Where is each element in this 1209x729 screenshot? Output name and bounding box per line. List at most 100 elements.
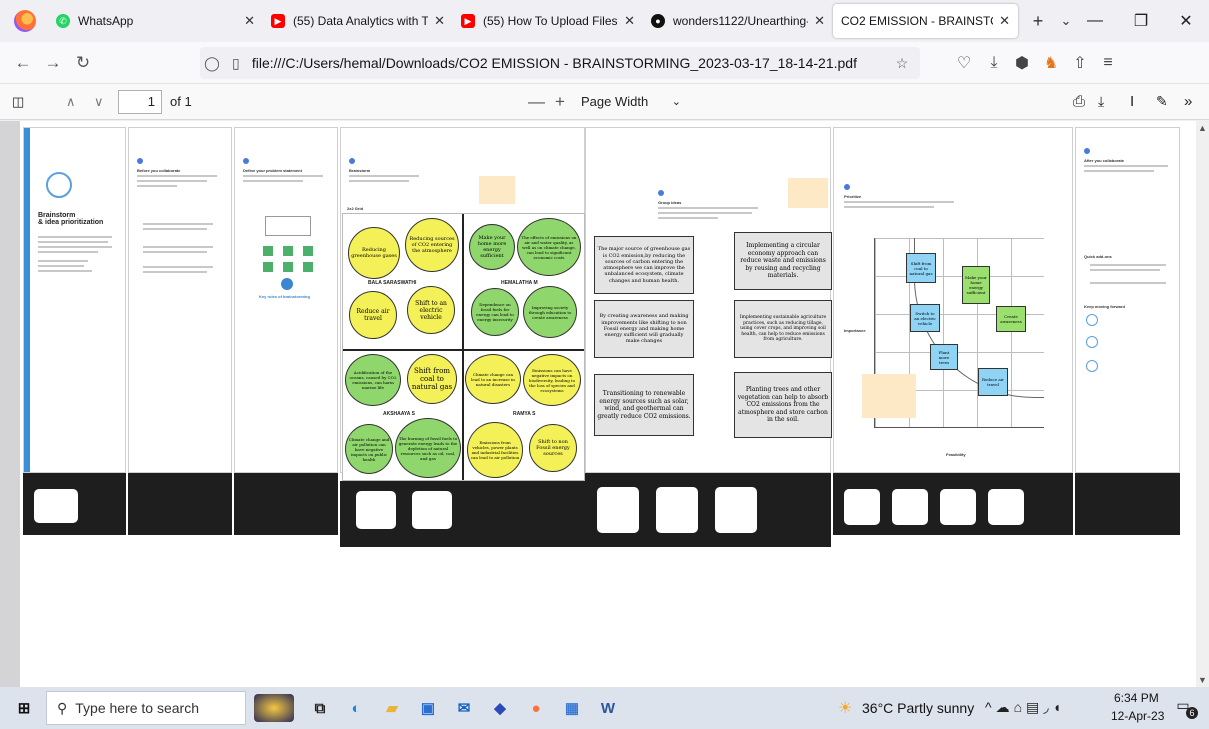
url-bar[interactable]: ◯ ▯ file:///C:/Users/hemal/Downloads/CO2…	[200, 47, 920, 79]
firefox-taskbar-icon[interactable]: ●	[522, 694, 550, 722]
extension-icon[interactable]: ⬢	[1008, 42, 1036, 84]
prioritize-thumbnail	[844, 489, 880, 525]
url-text[interactable]: file:///C:/Users/hemal/Downloads/CO2 EMI…	[252, 55, 890, 71]
new-tab-button[interactable]: +	[1024, 11, 1052, 32]
group-sticky[interactable]: Planting trees and other vegetation can …	[734, 372, 832, 438]
pocket-icon[interactable]: ♡	[950, 42, 978, 84]
sidebar-toggle-icon[interactable]: ◫	[12, 94, 24, 110]
problem-box	[265, 216, 311, 236]
reload-icon[interactable]: ↻	[68, 53, 98, 73]
bookmark-star-icon[interactable]: ☆	[890, 55, 914, 72]
priority-sticky[interactable]: Switch to an electric vehicle	[910, 304, 940, 332]
scroll-up-icon[interactable]: ▲	[1196, 121, 1209, 135]
draw-tool-icon[interactable]: ✎	[1156, 93, 1168, 110]
metamask-icon[interactable]: ♞	[1037, 42, 1065, 84]
firefox-icon[interactable]	[14, 10, 36, 32]
edge-icon[interactable]: ◐	[342, 694, 370, 722]
idea-sticky[interactable]: Dependence on fossil fuels for energy ca…	[471, 288, 519, 336]
idea-sticky[interactable]: The effects of emissions on air and wate…	[517, 218, 581, 276]
navigation-bar: ← → ↻ ◯ ▯ file:///C:/Users/hemal/Downloa…	[0, 42, 1209, 84]
idea-sticky[interactable]: Improving society through education to c…	[523, 286, 577, 338]
menu-icon[interactable]: ≡	[1094, 42, 1122, 84]
close-tab-icon[interactable]: ✕	[624, 13, 635, 29]
grid-app-icon[interactable]: ▦	[558, 694, 586, 722]
close-tab-icon[interactable]: ✕	[814, 13, 825, 29]
minimize-button[interactable]: —	[1072, 0, 1118, 42]
taskbar-search[interactable]: ⚲ Type here to search	[46, 691, 246, 725]
idea-sticky[interactable]: Reducing greenhouse gases	[348, 227, 400, 279]
zoom-select[interactable]: Page Width ⌄	[575, 90, 695, 114]
word-icon[interactable]: W	[594, 694, 622, 722]
file-explorer-icon[interactable]: ▰	[378, 694, 406, 722]
downloads-icon[interactable]: ⤓	[980, 42, 1008, 84]
brain-logo-icon	[46, 172, 72, 198]
priority-sticky[interactable]: Reduce air travel	[978, 368, 1008, 396]
group-sticky[interactable]: Implementing sustainable agriculture pra…	[734, 300, 832, 358]
close-tab-icon[interactable]: ✕	[244, 13, 255, 29]
mail-icon[interactable]: ✉	[450, 694, 478, 722]
github-icon: ●	[651, 14, 665, 28]
after-collaborate-panel: After you collaborate Quick add-ons Keep…	[1075, 127, 1180, 473]
tab-co2-pdf[interactable]: CO2 EMISSION - BRAINSTORMIN ✕	[833, 4, 1018, 38]
idea-sticky[interactable]: Shift from coal to natural gas	[407, 354, 457, 404]
priority-sticky[interactable]: Plant more trees	[930, 344, 958, 370]
text-tool-icon[interactable]: I	[1130, 93, 1134, 110]
tab-whatsapp[interactable]: ✆ WhatsApp ✕	[48, 4, 263, 38]
store-icon[interactable]: ▣	[414, 694, 442, 722]
shield-icon[interactable]: ◯	[200, 55, 224, 72]
tab-data-analytics[interactable]: ▶ (55) Data Analytics with Table ✕	[263, 4, 453, 38]
idea-sticky[interactable]: Emissions from vehicles, power plants an…	[467, 422, 523, 478]
clock-date[interactable]: 12-Apr-23	[1111, 709, 1164, 723]
idea-sticky[interactable]: Emissions can have negative impacts on b…	[523, 354, 581, 406]
idea-sticky[interactable]: The burning of fossil fuels to generate …	[395, 418, 461, 478]
idea-sticky[interactable]: Reducing sources of CO2 entering the atm…	[405, 218, 459, 272]
app-icon[interactable]: ◆	[486, 694, 514, 722]
idea-sticky[interactable]: Shift to an electric vehicle	[407, 286, 455, 334]
pdf-viewer[interactable]: Brainstorm & idea prioritization Before …	[0, 121, 1209, 687]
tab-strip: ✆ WhatsApp ✕ ▶ (55) Data Analytics with …	[0, 0, 1209, 42]
back-icon[interactable]: ←	[8, 53, 38, 73]
group-ideas-title: Group ideas	[658, 200, 682, 205]
priority-sticky[interactable]: Create awareness	[996, 306, 1026, 332]
save-icon[interactable]: ⤓	[1098, 93, 1104, 110]
group-sticky[interactable]: Transitioning to renewable energy source…	[594, 374, 694, 436]
search-highlight-icon[interactable]	[254, 694, 294, 722]
windows-start-icon[interactable]: ⊞	[10, 694, 38, 722]
vertical-scrollbar[interactable]: ▲ ▼	[1196, 121, 1209, 687]
forward-icon[interactable]: →	[38, 53, 68, 73]
tab-upload-files[interactable]: ▶ (55) How To Upload Files In G ✕	[453, 4, 643, 38]
windows-taskbar: ⊞ ⚲ Type here to search ⧉ ◐ ▰ ▣ ✉ ◆ ● ▦ …	[0, 687, 1209, 729]
next-page-icon[interactable]: ∨	[94, 94, 104, 110]
print-icon[interactable]: ⎙	[1073, 93, 1085, 110]
tray-icons[interactable]: ^☁⌂▤◞◖	[985, 699, 1065, 716]
group-thumbnail	[715, 487, 757, 533]
scroll-down-icon[interactable]: ▼	[1196, 673, 1209, 687]
idea-sticky[interactable]: Acidification of the oceans, caused by C…	[345, 354, 401, 406]
previous-page-icon[interactable]: ∧	[66, 94, 76, 110]
group-sticky[interactable]: By creating awareness and making improve…	[594, 300, 694, 358]
group-sticky[interactable]: The major source of greenhouse gas is CO…	[594, 236, 694, 294]
page-number-input[interactable]: 1	[118, 90, 162, 114]
group-thumbnail	[656, 487, 698, 533]
restore-button[interactable]: ❐	[1118, 0, 1164, 42]
zoom-in-icon[interactable]: +	[555, 92, 565, 112]
priority-sticky[interactable]: Shift from coal to natural gas	[906, 253, 936, 283]
zoom-out-icon[interactable]: —	[528, 92, 545, 112]
idea-sticky[interactable]: Climate change can lead to an increase i…	[465, 354, 521, 404]
clock-time[interactable]: 6:34 PM	[1114, 691, 1159, 705]
share-icon[interactable]: ⇧	[1066, 42, 1094, 84]
close-tab-icon[interactable]: ✕	[434, 13, 445, 29]
more-tools-icon[interactable]: »	[1184, 93, 1192, 110]
weather-text[interactable]: 36°C Partly sunny	[862, 700, 974, 716]
group-sticky[interactable]: Implementing a circular economy approach…	[734, 232, 832, 290]
idea-sticky[interactable]: Make your home more energy sufficient	[469, 224, 515, 270]
idea-sticky[interactable]: Reduce air travel	[349, 291, 397, 339]
idea-sticky[interactable]: Shift to non Fossil energy sources	[529, 424, 577, 472]
task-view-icon[interactable]: ⧉	[306, 694, 334, 722]
tab-github[interactable]: ● wonders1122/Unearthing-The ✕	[643, 4, 833, 38]
close-tab-icon[interactable]: ✕	[999, 13, 1010, 29]
weather-icon[interactable]: ☀	[838, 698, 852, 718]
idea-sticky[interactable]: Climate change and air pollution can hav…	[345, 424, 393, 474]
priority-sticky[interactable]: Make your home energy sufficient	[962, 266, 990, 304]
close-window-button[interactable]: ✕	[1163, 0, 1209, 42]
